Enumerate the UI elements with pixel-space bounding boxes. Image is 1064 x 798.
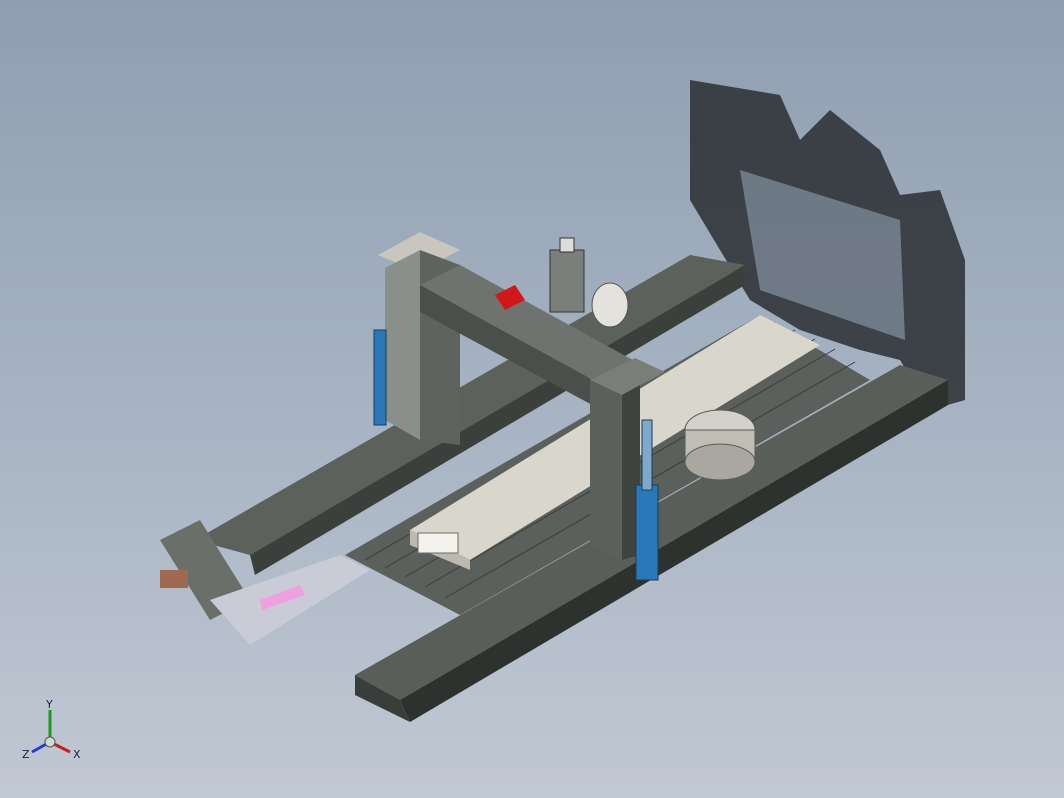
tool-magazine [684, 409, 756, 481]
triad-label-x: X [73, 748, 81, 761]
gantry-column-left [378, 232, 460, 445]
axis-triad: Y X Z [18, 698, 88, 770]
triad-label-z: Z [22, 748, 30, 761]
model-render[interactable] [0, 0, 1064, 798]
triad-label-y: Y [46, 698, 53, 711]
cad-viewport[interactable]: Y X Z [0, 0, 1064, 798]
